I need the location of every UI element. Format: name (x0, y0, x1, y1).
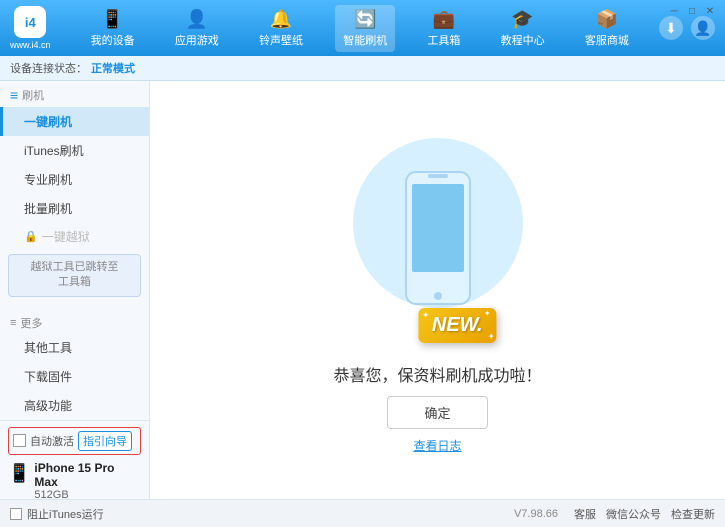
nav-service[interactable]: 📦 客服商城 (577, 5, 637, 52)
main-area: ≡ 刷机 一键刷机 iTunes刷机 专业刷机 批量刷机 🔒 一键越狱 越狱工具… (0, 81, 725, 500)
ringtone-icon: 🔔 (270, 9, 292, 30)
guide-button[interactable]: 指引向导 (78, 431, 132, 451)
header-right: ⬇ 👤 (659, 16, 715, 40)
status-right: 客服 微信公众号 检查更新 (574, 506, 715, 522)
sidebar-one-key-flash[interactable]: 一键刷机 (0, 107, 149, 136)
close-icon[interactable]: ✕ (703, 4, 717, 18)
device-name: iPhone 15 Pro Max (34, 461, 141, 489)
header: i4 www.i4.cn 📱 我的设备 👤 应用游戏 🔔 铃声壁纸 🔄 智能刷机 (0, 0, 725, 56)
breadcrumb-prefix: 设备连接状态： (10, 60, 87, 76)
window-controls: ─ □ ✕ (667, 4, 717, 18)
sidebar-note: 越狱工具已跳转至 工具箱 (8, 254, 141, 297)
smart-flash-icon: 🔄 (354, 9, 376, 30)
nav-smart-flash[interactable]: 🔄 智能刷机 (335, 5, 395, 52)
logo-icon: i4 (14, 6, 46, 38)
logo: i4 www.i4.cn (10, 6, 51, 50)
nav-ringtone[interactable]: 🔔 铃声壁纸 (251, 5, 311, 52)
minimize-icon[interactable]: ─ (667, 4, 681, 18)
wechat-link[interactable]: 微信公众号 (606, 506, 661, 522)
sidebar-itunes-flash[interactable]: iTunes刷机 (0, 136, 149, 165)
auto-activate-row: 自动激活 指引向导 (8, 427, 141, 455)
sidebar-pro-flash[interactable]: 专业刷机 (0, 165, 149, 194)
version-text: V7.98.66 (514, 508, 558, 520)
account-button[interactable]: 👤 (691, 16, 715, 40)
auto-activate-checkbox[interactable] (13, 434, 26, 447)
sparkle1: ✦ (422, 310, 430, 321)
breadcrumb: 设备连接状态： 正常模式 (0, 56, 725, 81)
confirm-button[interactable]: 确定 (387, 396, 487, 429)
success-message: 恭喜您，保资料刷机成功啦！ (333, 362, 541, 386)
sparkle3: ✦ (484, 309, 491, 318)
device-panel: 自动激活 指引向导 📱 iPhone 15 Pro Max 512GB iPho… (0, 420, 149, 500)
more-section-header: ≡ 更多 (0, 309, 149, 333)
more-section-icon: ≡ (10, 317, 16, 329)
sidebar: ≡ 刷机 一键刷机 iTunes刷机 专业刷机 批量刷机 🔒 一键越狱 越狱工具… (0, 81, 150, 500)
device-phone-icon: 📱 (8, 463, 30, 484)
nav-tutorial[interactable]: 🎓 教程中心 (493, 5, 553, 52)
flash-section-header: ≡ 刷机 (0, 81, 149, 107)
auto-activate-label[interactable]: 自动激活 (30, 433, 74, 449)
nav-apps-games[interactable]: 👤 应用游戏 (167, 5, 227, 52)
device-info: 📱 iPhone 15 Pro Max 512GB iPhone (8, 459, 141, 500)
status-bar: 阻止iTunes运行 V7.98.66 客服 微信公众号 检查更新 (0, 499, 725, 527)
service-icon: 📦 (596, 9, 618, 30)
breadcrumb-status: 正常模式 (91, 60, 135, 76)
nav-bar: 📱 我的设备 👤 应用游戏 🔔 铃声壁纸 🔄 智能刷机 💼 工具箱 🎓 (71, 5, 649, 52)
sparkle2: ✦ (488, 332, 495, 341)
apps-games-icon: 👤 (186, 9, 208, 30)
flash-section-icon: ≡ (10, 87, 18, 103)
nav-toolbox[interactable]: 💼 工具箱 (419, 5, 468, 52)
my-device-icon: 📱 (101, 9, 123, 30)
new-banner: ✦ ✦ NEW. ✦ (418, 308, 497, 343)
sidebar-other-tools[interactable]: 其他工具 (0, 333, 149, 362)
status-left: 阻止iTunes运行 (10, 506, 104, 522)
logo-url: www.i4.cn (10, 40, 51, 50)
new-label: NEW. (432, 314, 483, 336)
phone-svg (398, 168, 478, 308)
sidebar-advanced[interactable]: 高级功能 (0, 391, 149, 420)
tutorial-icon: 🎓 (511, 9, 533, 30)
sidebar-download-firmware[interactable]: 下载固件 (0, 362, 149, 391)
download-button[interactable]: ⬇ (659, 16, 683, 40)
sidebar-jailbreak: 🔒 一键越狱 (0, 223, 149, 250)
content-area: ✦ ✦ NEW. ✦ 恭喜您，保资料刷机成功啦！ 确定 查看日志 (150, 81, 725, 500)
check-update-link[interactable]: 检查更新 (671, 506, 715, 522)
no-itunes-label[interactable]: 阻止iTunes运行 (27, 506, 104, 522)
nav-my-device[interactable]: 📱 我的设备 (83, 5, 143, 52)
log-link[interactable]: 查看日志 (413, 437, 461, 454)
phone-illustration: ✦ ✦ NEW. ✦ (338, 128, 538, 348)
maximize-icon[interactable]: □ (685, 4, 699, 18)
lock-icon: 🔒 (24, 230, 38, 243)
customer-service-link[interactable]: 客服 (574, 506, 596, 522)
toolbox-icon: 💼 (433, 9, 455, 30)
sidebar-batch-flash[interactable]: 批量刷机 (0, 194, 149, 223)
no-itunes-checkbox[interactable] (10, 508, 22, 520)
